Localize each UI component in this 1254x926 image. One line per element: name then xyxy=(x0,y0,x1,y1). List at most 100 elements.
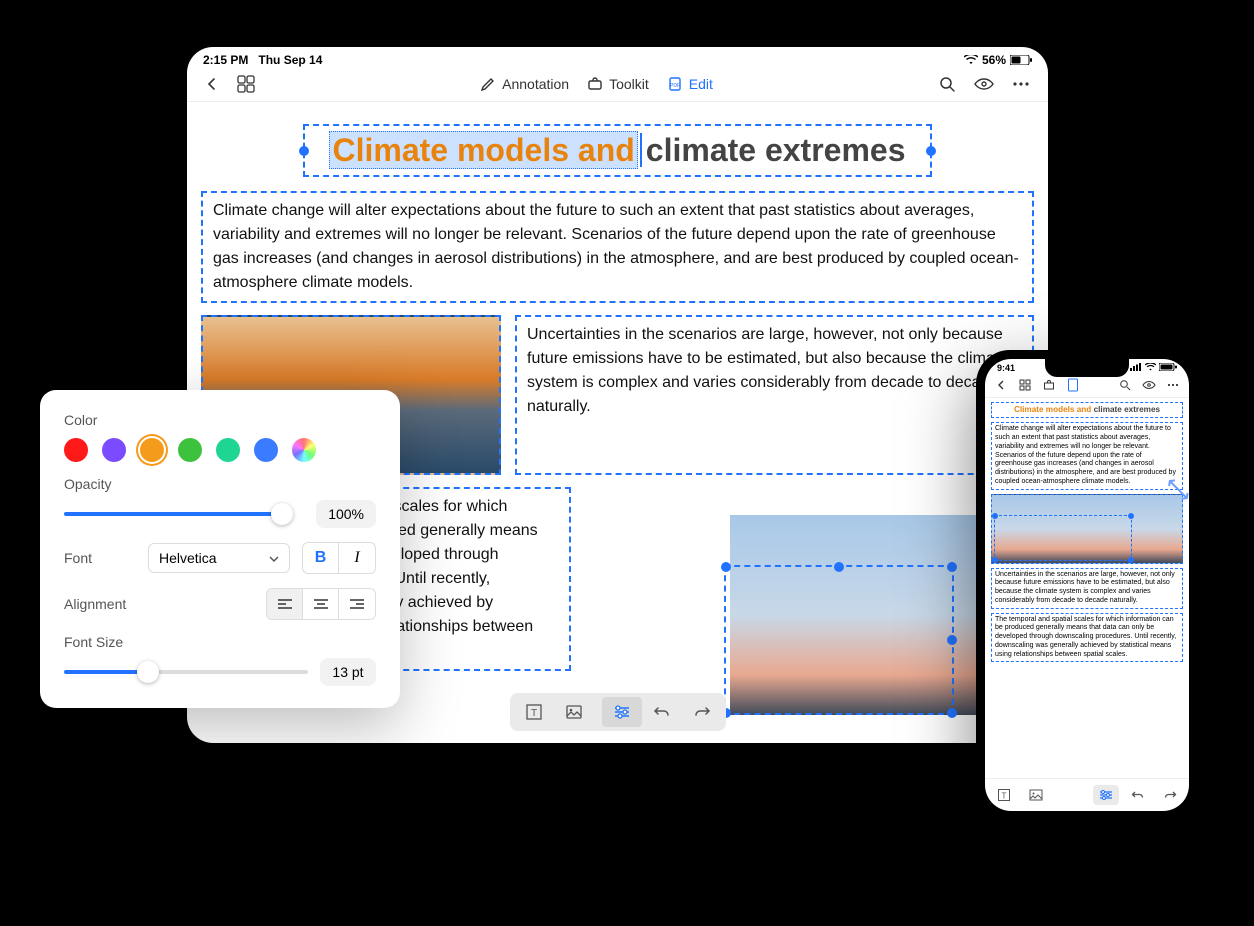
tab-annotation[interactable]: Annotation xyxy=(480,76,569,92)
iphone-para3[interactable]: The temporal and spatial scales for whic… xyxy=(991,613,1183,663)
wifi-icon xyxy=(1145,363,1156,373)
pdf-edit-icon[interactable] xyxy=(1065,377,1081,393)
signal-icon xyxy=(1130,363,1142,373)
iphone-document: Climate models and climate extremes Clim… xyxy=(985,398,1189,778)
pdf-edit-icon: PDF xyxy=(667,76,683,92)
swatch-color-picker[interactable] xyxy=(292,438,316,462)
iphone-device: 9:41 Climate models and climate extremes… xyxy=(976,350,1198,820)
crop-handle[interactable] xyxy=(1128,557,1134,563)
crop-handle[interactable] xyxy=(721,562,731,572)
status-time: 2:15 PM xyxy=(203,53,248,67)
tab-toolkit[interactable]: Toolkit xyxy=(587,76,649,92)
search-icon[interactable] xyxy=(1117,377,1133,393)
bold-italic-group: B I xyxy=(302,542,376,574)
text-mode-button[interactable]: T xyxy=(514,697,554,727)
chevron-down-icon xyxy=(269,550,279,566)
italic-button[interactable]: I xyxy=(339,543,375,573)
swatch-red[interactable] xyxy=(64,438,88,462)
iphone-screen: 9:41 Climate models and climate extremes… xyxy=(985,359,1189,811)
toolkit-icon xyxy=(587,76,603,92)
iphone-time: 9:41 xyxy=(997,363,1015,373)
swatch-green[interactable] xyxy=(178,438,202,462)
iphone-image[interactable] xyxy=(991,494,1183,564)
selection-handle-right[interactable] xyxy=(926,146,936,156)
grid-icon[interactable] xyxy=(1017,377,1033,393)
iphone-bottom-toolbar: T xyxy=(985,778,1189,811)
iphone-crop-selection[interactable] xyxy=(994,515,1132,561)
title-rest: climate extremes xyxy=(646,132,906,168)
svg-text:T: T xyxy=(1002,792,1007,801)
notch xyxy=(1045,359,1129,377)
selection-handle-left[interactable] xyxy=(299,146,309,156)
ipad-toolbar: Annotation Toolkit PDF Edit xyxy=(187,69,1048,102)
back-icon[interactable] xyxy=(205,77,219,91)
font-select[interactable]: Helvetica xyxy=(148,543,290,573)
crop-handle[interactable] xyxy=(947,708,957,718)
font-label: Font xyxy=(64,550,136,566)
align-center-button[interactable] xyxy=(303,589,339,619)
crop-handle[interactable] xyxy=(992,513,998,519)
undo-button[interactable] xyxy=(642,697,682,727)
battery-icon xyxy=(1010,55,1032,65)
wifi-icon xyxy=(964,55,978,65)
toolkit-icon[interactable] xyxy=(1041,377,1057,393)
format-panel: Color Opacity 100% Font Helvetica B I Al xyxy=(40,390,400,708)
color-swatches xyxy=(64,438,316,462)
swatch-teal[interactable] xyxy=(216,438,240,462)
crop-handle[interactable] xyxy=(1128,513,1134,519)
crop-handle[interactable] xyxy=(992,557,998,563)
eye-icon[interactable] xyxy=(1141,377,1157,393)
sliders-button[interactable] xyxy=(1093,785,1119,805)
align-left-button[interactable] xyxy=(267,589,303,619)
back-icon[interactable] xyxy=(993,377,1009,393)
pencil-icon xyxy=(480,76,496,92)
iphone-para1[interactable]: Climate change will alter expectations a… xyxy=(991,422,1183,489)
fontsize-slider[interactable] xyxy=(64,662,308,682)
swatch-violet[interactable] xyxy=(102,438,126,462)
opacity-value: 100% xyxy=(316,500,376,528)
text-cursor xyxy=(640,133,642,167)
page-title[interactable]: Climate models andclimate extremes xyxy=(329,132,905,168)
iphone-title-rest: climate extremes xyxy=(1094,405,1160,414)
iphone-title[interactable]: Climate models and climate extremes xyxy=(991,402,1183,418)
crop-handle[interactable] xyxy=(947,562,957,572)
image-mode-button[interactable] xyxy=(1023,785,1049,805)
title-highlighted: Climate models and xyxy=(329,131,637,169)
iphone-para2[interactable]: Uncertainties in the scenarios are large… xyxy=(991,568,1183,609)
search-icon[interactable] xyxy=(938,75,956,93)
align-right-button[interactable] xyxy=(339,589,375,619)
crop-handle[interactable] xyxy=(834,562,844,572)
swatch-orange[interactable] xyxy=(140,438,164,462)
paragraph-2[interactable]: Uncertainties in the scenarios are large… xyxy=(515,315,1034,475)
bold-button[interactable]: B xyxy=(303,543,339,573)
grid-icon[interactable] xyxy=(237,75,255,93)
fontsize-value: 13 pt xyxy=(320,658,376,686)
font-value: Helvetica xyxy=(159,550,217,566)
crop-handle[interactable] xyxy=(947,635,957,645)
image-crop-selection[interactable] xyxy=(724,565,954,715)
redo-button[interactable] xyxy=(1157,785,1183,805)
svg-text:T: T xyxy=(530,708,536,719)
sliders-button[interactable] xyxy=(602,697,642,727)
tab-annotation-label: Annotation xyxy=(502,76,569,92)
more-icon[interactable] xyxy=(1165,377,1181,393)
ipad-statusbar: 2:15 PM Thu Sep 14 56% xyxy=(187,47,1048,69)
battery-icon xyxy=(1159,363,1177,373)
text-mode-button[interactable]: T xyxy=(991,785,1017,805)
eye-icon[interactable] xyxy=(974,77,994,91)
color-label: Color xyxy=(64,412,136,428)
tab-toolkit-label: Toolkit xyxy=(609,76,649,92)
image-mode-button[interactable] xyxy=(554,697,594,727)
more-icon[interactable] xyxy=(1012,81,1030,87)
alignment-label: Alignment xyxy=(64,596,254,612)
undo-button[interactable] xyxy=(1125,785,1151,805)
iphone-title-highlighted: Climate models and xyxy=(1014,405,1091,414)
redo-button[interactable] xyxy=(682,697,722,727)
swatch-blue[interactable] xyxy=(254,438,278,462)
svg-text:PDF: PDF xyxy=(670,83,680,89)
paragraph-1[interactable]: Climate change will alter expectations a… xyxy=(201,191,1034,303)
opacity-slider[interactable] xyxy=(64,504,304,524)
alignment-group xyxy=(266,588,376,620)
tab-edit[interactable]: PDF Edit xyxy=(667,76,713,92)
title-selection-box[interactable]: Climate models andclimate extremes xyxy=(303,124,931,177)
